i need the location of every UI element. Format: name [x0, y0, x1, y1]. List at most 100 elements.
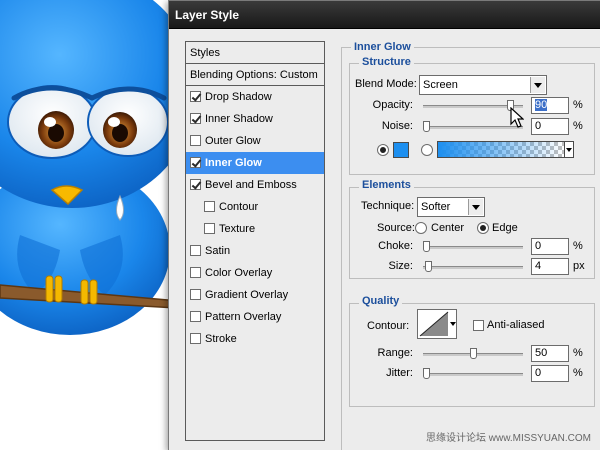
styles-list-item-bevel-and-emboss[interactable]: Bevel and Emboss	[186, 174, 324, 196]
opacity-input[interactable]: 90	[531, 97, 569, 114]
dialog-title: Layer Style	[169, 1, 600, 29]
styles-list-item-inner-glow[interactable]: Inner Glow	[186, 152, 324, 174]
satin-checkbox[interactable]	[190, 245, 201, 256]
styles-list-item-label: Blending Options: Custom	[190, 69, 318, 81]
range-value: 50	[535, 347, 548, 359]
inner-glow-title: Inner Glow	[351, 41, 414, 53]
source-edge-radio[interactable]	[477, 222, 489, 234]
drop-shadow-checkbox[interactable]	[190, 91, 201, 102]
texture-checkbox[interactable]	[204, 223, 215, 234]
pattern-overlay-checkbox[interactable]	[190, 311, 201, 322]
styles-list-item-gradient-overlay[interactable]: Gradient Overlay	[186, 284, 324, 306]
size-input[interactable]: 4	[531, 258, 569, 275]
range-unit: %	[573, 347, 583, 359]
blend-mode-select[interactable]: Screen	[419, 75, 547, 95]
opacity-label: Opacity:	[372, 99, 413, 111]
gradient-overlay-checkbox[interactable]	[190, 289, 201, 300]
styles-list-item-blending-options[interactable]: Blending Options: Custom	[186, 64, 324, 86]
gradient-radio[interactable]	[421, 144, 433, 156]
styles-list-item-label: Pattern Overlay	[205, 311, 282, 323]
styles-list-item-inner-shadow[interactable]: Inner Shadow	[186, 108, 324, 130]
blend-mode-value: Screen	[423, 79, 458, 91]
contour-dropdown-icon[interactable]	[449, 316, 458, 330]
noise-input[interactable]: 0	[531, 118, 569, 135]
glow-gradient-swatch[interactable]	[437, 141, 565, 158]
opacity-value: 90	[535, 99, 548, 111]
blend-mode-label: Blend Mode:	[355, 78, 417, 90]
styles-list-item-label: Outer Glow	[205, 135, 261, 147]
opacity-unit: %	[573, 99, 583, 111]
choke-slider[interactable]	[423, 241, 523, 252]
source-center-radio[interactable]	[415, 222, 427, 234]
chevron-down-icon	[468, 199, 483, 215]
range-label: Range:	[377, 347, 413, 359]
styles-list-item-pattern-overlay[interactable]: Pattern Overlay	[186, 306, 324, 328]
styles-list-item-styles[interactable]: Styles	[186, 42, 324, 64]
styles-list-item-label: Satin	[205, 245, 231, 257]
jitter-label: Jitter:	[386, 367, 413, 379]
structure-title: Structure	[359, 56, 414, 68]
jitter-slider[interactable]	[423, 368, 523, 379]
styles-list-item-label: Stroke	[205, 333, 237, 345]
glow-color-swatch[interactable]	[393, 142, 409, 158]
styles-list-item-label: Inner Shadow	[205, 113, 273, 125]
watermark-text: 思缘设计论坛 www.MISSYUAN.COM	[426, 433, 592, 444]
quality-title: Quality	[359, 295, 403, 307]
noise-slider[interactable]	[423, 121, 523, 132]
choke-input[interactable]: 0	[531, 238, 569, 255]
jitter-unit: %	[573, 367, 583, 379]
jitter-slider-thumb[interactable]	[423, 368, 430, 379]
styles-list-item-stroke[interactable]: Stroke	[186, 328, 324, 350]
range-input[interactable]: 50	[531, 345, 569, 362]
jitter-input[interactable]: 0	[531, 365, 569, 382]
bevel-and-emboss-checkbox[interactable]	[190, 179, 201, 190]
inner-shadow-checkbox[interactable]	[190, 113, 201, 124]
solid-color-radio[interactable]	[377, 144, 389, 156]
size-value: 4	[535, 260, 542, 272]
noise-slider-thumb[interactable]	[423, 121, 430, 132]
choke-slider-thumb[interactable]	[423, 241, 430, 252]
styles-list-item-label: Texture	[219, 223, 256, 235]
technique-value: Softer	[421, 201, 451, 213]
inner-glow-panel: Inner Glow Structure Blend Mode: Screen …	[341, 41, 600, 450]
range-slider-thumb[interactable]	[470, 348, 477, 359]
outer-glow-checkbox[interactable]	[190, 135, 201, 146]
noise-unit: %	[573, 120, 583, 132]
source-center-label: Center	[431, 222, 465, 234]
styles-list-item-texture[interactable]: Texture	[186, 218, 324, 240]
stroke-checkbox[interactable]	[190, 333, 201, 344]
choke-label: Choke:	[378, 240, 413, 252]
styles-list-item-outer-glow[interactable]: Outer Glow	[186, 130, 324, 152]
noise-label: Noise:	[381, 120, 413, 132]
size-label: Size:	[388, 260, 413, 272]
styles-list-item-label: Inner Glow	[205, 157, 262, 169]
technique-label: Technique:	[361, 200, 415, 212]
styles-list-item-label: Drop Shadow	[205, 91, 272, 103]
styles-list-item-satin[interactable]: Satin	[186, 240, 324, 262]
contour-checkbox[interactable]	[204, 201, 215, 212]
technique-select[interactable]: Softer	[417, 197, 485, 217]
size-slider-thumb[interactable]	[425, 261, 432, 272]
contour-label: Contour:	[367, 320, 410, 332]
elements-title: Elements	[359, 179, 414, 191]
styles-list-item-color-overlay[interactable]: Color Overlay	[186, 262, 324, 284]
choke-value: 0	[535, 240, 542, 252]
size-unit: px	[573, 260, 585, 272]
size-slider[interactable]	[423, 261, 523, 272]
choke-unit: %	[573, 240, 583, 252]
styles-list-item-contour[interactable]: Contour	[186, 196, 324, 218]
styles-list-item-label: Color Overlay	[205, 267, 273, 279]
styles-list-item-label: Bevel and Emboss	[205, 179, 297, 191]
styles-list-item-label: Gradient Overlay	[205, 289, 289, 301]
anti-aliased-checkbox[interactable]	[473, 320, 484, 331]
range-slider[interactable]	[423, 348, 523, 359]
styles-list-item-label: Contour	[219, 201, 259, 213]
opacity-slider[interactable]	[423, 100, 523, 111]
gradient-dropdown-icon[interactable]	[564, 141, 574, 158]
color-overlay-checkbox[interactable]	[190, 267, 201, 278]
mouse-cursor-icon	[510, 107, 524, 128]
inner-glow-checkbox[interactable]	[190, 157, 201, 168]
styles-list-item-drop-shadow[interactable]: Drop Shadow	[186, 86, 324, 108]
source-label: Source:	[377, 222, 415, 234]
anti-aliased-label: Anti-aliased	[487, 319, 545, 331]
